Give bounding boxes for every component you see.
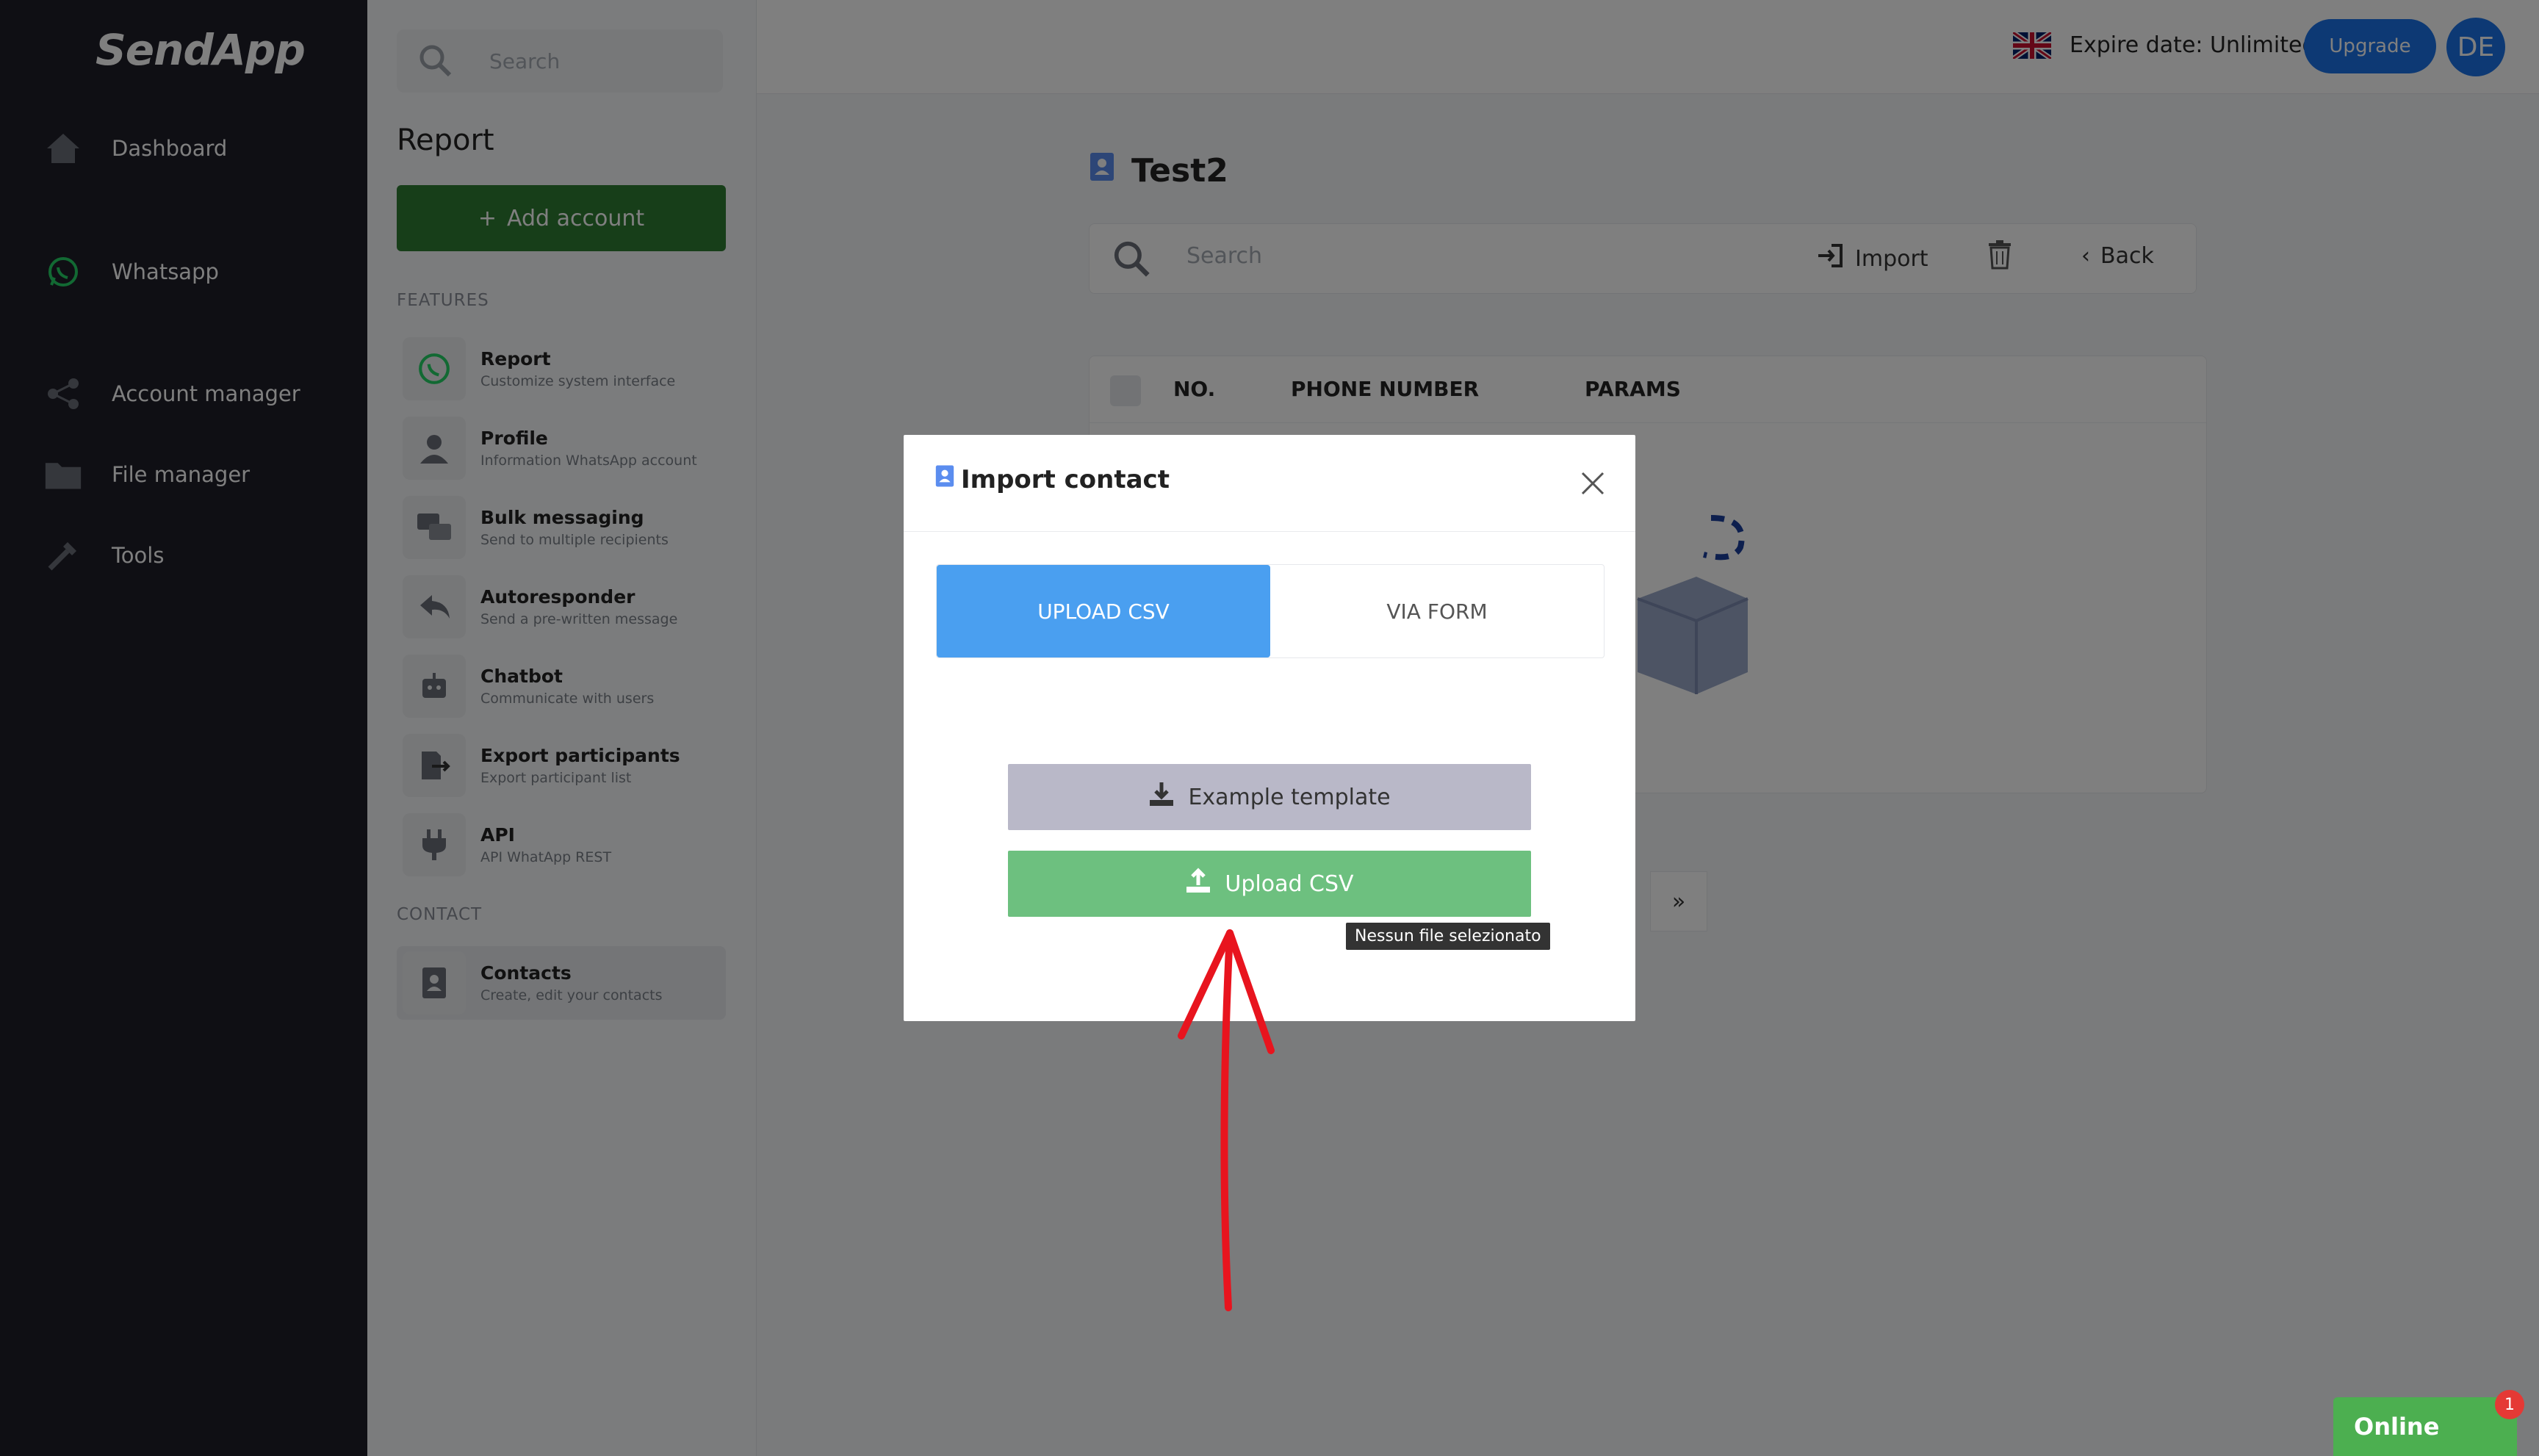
modal-header: Import contact bbox=[904, 435, 1635, 532]
example-template-label: Example template bbox=[1188, 784, 1391, 810]
upload-csv-label: Upload CSV bbox=[1225, 871, 1354, 897]
import-method-tabs: UPLOAD CSV VIA FORM bbox=[936, 564, 1605, 658]
tab-via-form[interactable]: VIA FORM bbox=[1270, 565, 1604, 657]
file-status-tooltip: Nessun file selezionato bbox=[1346, 923, 1550, 950]
close-icon[interactable] bbox=[1578, 469, 1607, 498]
tab-upload-csv[interactable]: UPLOAD CSV bbox=[937, 565, 1270, 657]
online-chat-button[interactable]: Online bbox=[2333, 1397, 2517, 1456]
modal-title: Import contact bbox=[934, 464, 1170, 494]
contact-book-icon bbox=[934, 464, 955, 494]
download-icon bbox=[1148, 781, 1175, 813]
notification-badge: 1 bbox=[2495, 1390, 2524, 1419]
upload-icon bbox=[1185, 868, 1211, 900]
modal-title-text: Import contact bbox=[961, 464, 1170, 494]
example-template-button[interactable]: Example template bbox=[1008, 764, 1531, 830]
red-arrow-annotation bbox=[1168, 918, 1293, 1315]
upload-csv-button[interactable]: Upload CSV bbox=[1008, 851, 1531, 917]
